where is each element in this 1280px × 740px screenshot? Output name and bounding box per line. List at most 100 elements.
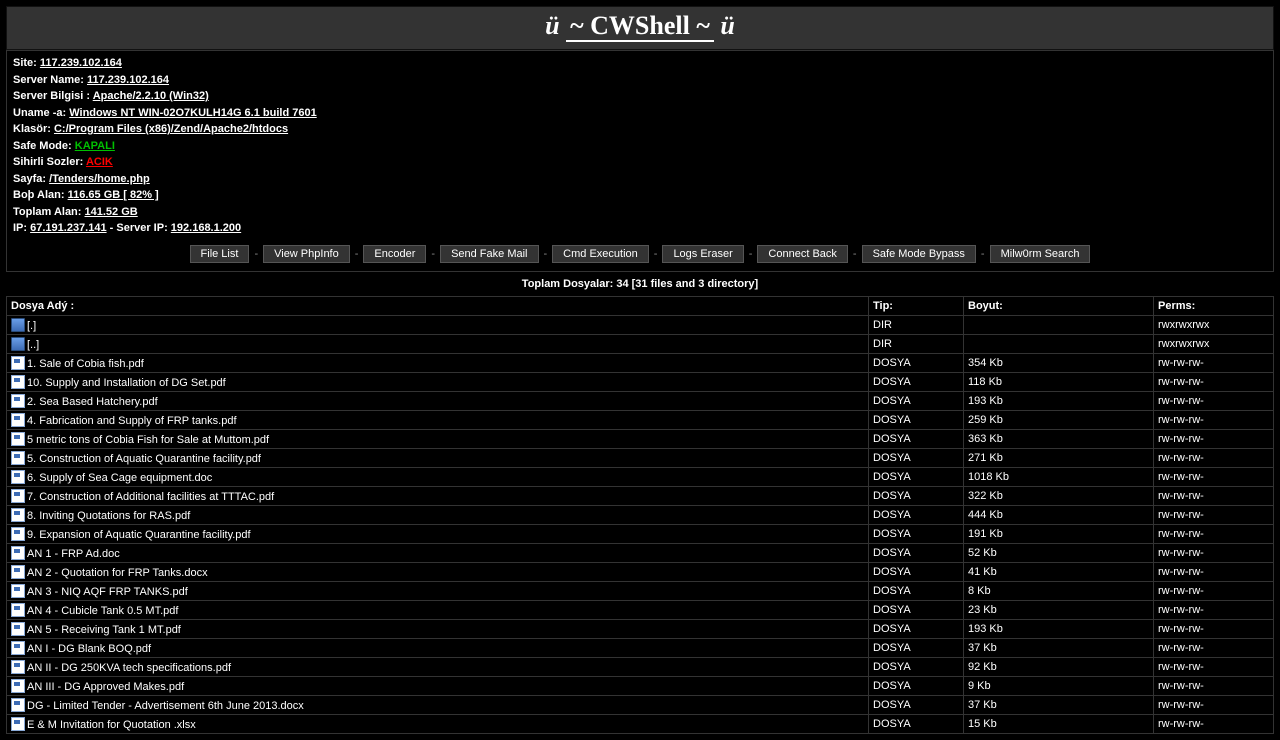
file-link[interactable]: 4. Fabrication and Supply of FRP tanks.p… (27, 415, 237, 427)
file-icon (11, 584, 25, 598)
server-ip-link[interactable]: 192.168.1.200 (171, 222, 241, 234)
file-link[interactable]: AN 2 - Quotation for FRP Tanks.docx (27, 567, 208, 579)
file-perms: rw-rw-rw- (1154, 524, 1274, 543)
file-link[interactable]: 5. Construction of Aquatic Quarantine fa… (27, 453, 261, 465)
col-name[interactable]: Dosya Adý : (7, 296, 869, 315)
file-perms: rwxrwxrwx (1154, 315, 1274, 334)
file-perms: rw-rw-rw- (1154, 638, 1274, 657)
file-icon (11, 489, 25, 503)
file-link[interactable]: [.] (27, 320, 36, 332)
table-row: 7. Construction of Additional facilities… (7, 486, 1274, 505)
col-perms[interactable]: Perms: (1154, 296, 1274, 315)
nav-button-safe-mode-bypass[interactable]: Safe Mode Bypass (862, 245, 976, 263)
file-link[interactable]: AN 3 - NIQ AQF FRP TANKS.pdf (27, 586, 188, 598)
file-size: 92 Kb (964, 657, 1154, 676)
file-type: DIR (869, 315, 964, 334)
file-link[interactable]: 2. Sea Based Hatchery.pdf (27, 396, 158, 408)
table-row: DG - Limited Tender - Advertisement 6th … (7, 695, 1274, 714)
file-size: 37 Kb (964, 638, 1154, 657)
nav-button-milw0rm-search[interactable]: Milw0rm Search (990, 245, 1091, 263)
nav-button-file-list[interactable]: File List (190, 245, 250, 263)
file-link[interactable]: 5 metric tons of Cobia Fish for Sale at … (27, 434, 269, 446)
file-size: 118 Kb (964, 372, 1154, 391)
file-type: DOSYA (869, 562, 964, 581)
nav-button-cmd-execution[interactable]: Cmd Execution (552, 245, 649, 263)
nav-button-encoder[interactable]: Encoder (363, 245, 426, 263)
file-link[interactable]: AN 1 - FRP Ad.doc (27, 548, 120, 560)
table-row: 8. Inviting Quotations for RAS.pdfDOSYA4… (7, 505, 1274, 524)
site-link[interactable]: 117.239.102.164 (40, 57, 122, 69)
file-type: DOSYA (869, 391, 964, 410)
col-size[interactable]: Boyut: (964, 296, 1154, 315)
file-type: DOSYA (869, 581, 964, 600)
file-type: DOSYA (869, 657, 964, 676)
file-type: DOSYA (869, 600, 964, 619)
file-size: 15 Kb (964, 714, 1154, 733)
folder-link[interactable]: C:/Program Files (x86)/Zend/Apache2/htdo… (54, 123, 288, 135)
table-row: AN III - DG Approved Makes.pdfDOSYA9 Kbr… (7, 676, 1274, 695)
file-link[interactable]: DG - Limited Tender - Advertisement 6th … (27, 700, 304, 712)
file-perms: rw-rw-rw- (1154, 676, 1274, 695)
nav-separator: - (981, 248, 985, 260)
nav-row: File List-View PhpInfo-Encoder-Send Fake… (13, 237, 1267, 267)
totals-line: Toplam Dosyalar: 34 [31 files and 3 dire… (6, 272, 1274, 296)
table-row: 9. Expansion of Aquatic Quarantine facil… (7, 524, 1274, 543)
nav-button-connect-back[interactable]: Connect Back (757, 245, 847, 263)
file-link[interactable]: AN I - DG Blank BOQ.pdf (27, 643, 151, 655)
table-row: 10. Supply and Installation of DG Set.pd… (7, 372, 1274, 391)
file-link[interactable]: 8. Inviting Quotations for RAS.pdf (27, 510, 190, 522)
file-link[interactable]: AN 4 - Cubicle Tank 0.5 MT.pdf (27, 605, 178, 617)
file-link[interactable]: 10. Supply and Installation of DG Set.pd… (27, 377, 226, 389)
file-icon (11, 698, 25, 712)
file-size: 444 Kb (964, 505, 1154, 524)
nav-separator: - (254, 248, 258, 260)
magic-quotes-label: Sihirli Sozler: (13, 156, 83, 168)
file-size (964, 315, 1154, 334)
uname-value: Windows NT WIN-02O7KULH14G 6.1 build 760… (69, 107, 316, 119)
file-link[interactable]: AN III - DG Approved Makes.pdf (27, 681, 184, 693)
folder-icon (11, 318, 25, 332)
file-perms: rwxrwxrwx (1154, 334, 1274, 353)
file-link[interactable]: AN II - DG 250KVA tech specifications.pd… (27, 662, 231, 674)
page-title: ü ~ CWShell ~ ü (7, 11, 1273, 41)
file-perms: rw-rw-rw- (1154, 448, 1274, 467)
file-size: 259 Kb (964, 410, 1154, 429)
total-space-value: 141.52 GB (85, 206, 138, 218)
nav-separator: - (654, 248, 658, 260)
folder-label: Klasör: (13, 123, 51, 135)
file-link[interactable]: [..] (27, 339, 39, 351)
server-name-link[interactable]: 117.239.102.164 (87, 74, 169, 86)
file-size: 8 Kb (964, 581, 1154, 600)
file-icon (11, 451, 25, 465)
file-icon (11, 413, 25, 427)
title-umlaut-left: ü (545, 11, 559, 40)
file-size: 52 Kb (964, 543, 1154, 562)
file-link[interactable]: 1. Sale of Cobia fish.pdf (27, 358, 144, 370)
file-table: Dosya Adý : Tip: Boyut: Perms: [.] DIR rwx… (6, 296, 1274, 734)
file-icon (11, 546, 25, 560)
file-link[interactable]: AN 5 - Receiving Tank 1 MT.pdf (27, 624, 181, 636)
nav-button-view-phpinfo[interactable]: View PhpInfo (263, 245, 350, 263)
page-link[interactable]: /Tenders/home.php (49, 173, 150, 185)
file-type: DOSYA (869, 429, 964, 448)
file-perms: rw-rw-rw- (1154, 619, 1274, 638)
file-size: 363 Kb (964, 429, 1154, 448)
file-perms: rw-rw-rw- (1154, 353, 1274, 372)
file-perms: rw-rw-rw- (1154, 657, 1274, 676)
server-name-label: Server Name: (13, 74, 84, 86)
safe-mode-label: Safe Mode: (13, 140, 72, 152)
file-link[interactable]: E & M Invitation for Quotation .xlsx (27, 719, 196, 731)
ip-link[interactable]: 67.191.237.141 (30, 222, 106, 234)
nav-button-send-fake-mail[interactable]: Send Fake Mail (440, 245, 538, 263)
file-link[interactable]: 9. Expansion of Aquatic Quarantine facil… (27, 529, 251, 541)
nav-separator: - (355, 248, 359, 260)
col-type[interactable]: Tip: (869, 296, 964, 315)
file-icon (11, 394, 25, 408)
file-icon (11, 603, 25, 617)
file-icon (11, 660, 25, 674)
file-link[interactable]: 7. Construction of Additional facilities… (27, 491, 274, 503)
file-link[interactable]: 6. Supply of Sea Cage equipment.doc (27, 472, 212, 484)
nav-button-logs-eraser[interactable]: Logs Eraser (662, 245, 743, 263)
file-icon (11, 622, 25, 636)
table-row: AN 4 - Cubicle Tank 0.5 MT.pdfDOSYA23 Kb… (7, 600, 1274, 619)
